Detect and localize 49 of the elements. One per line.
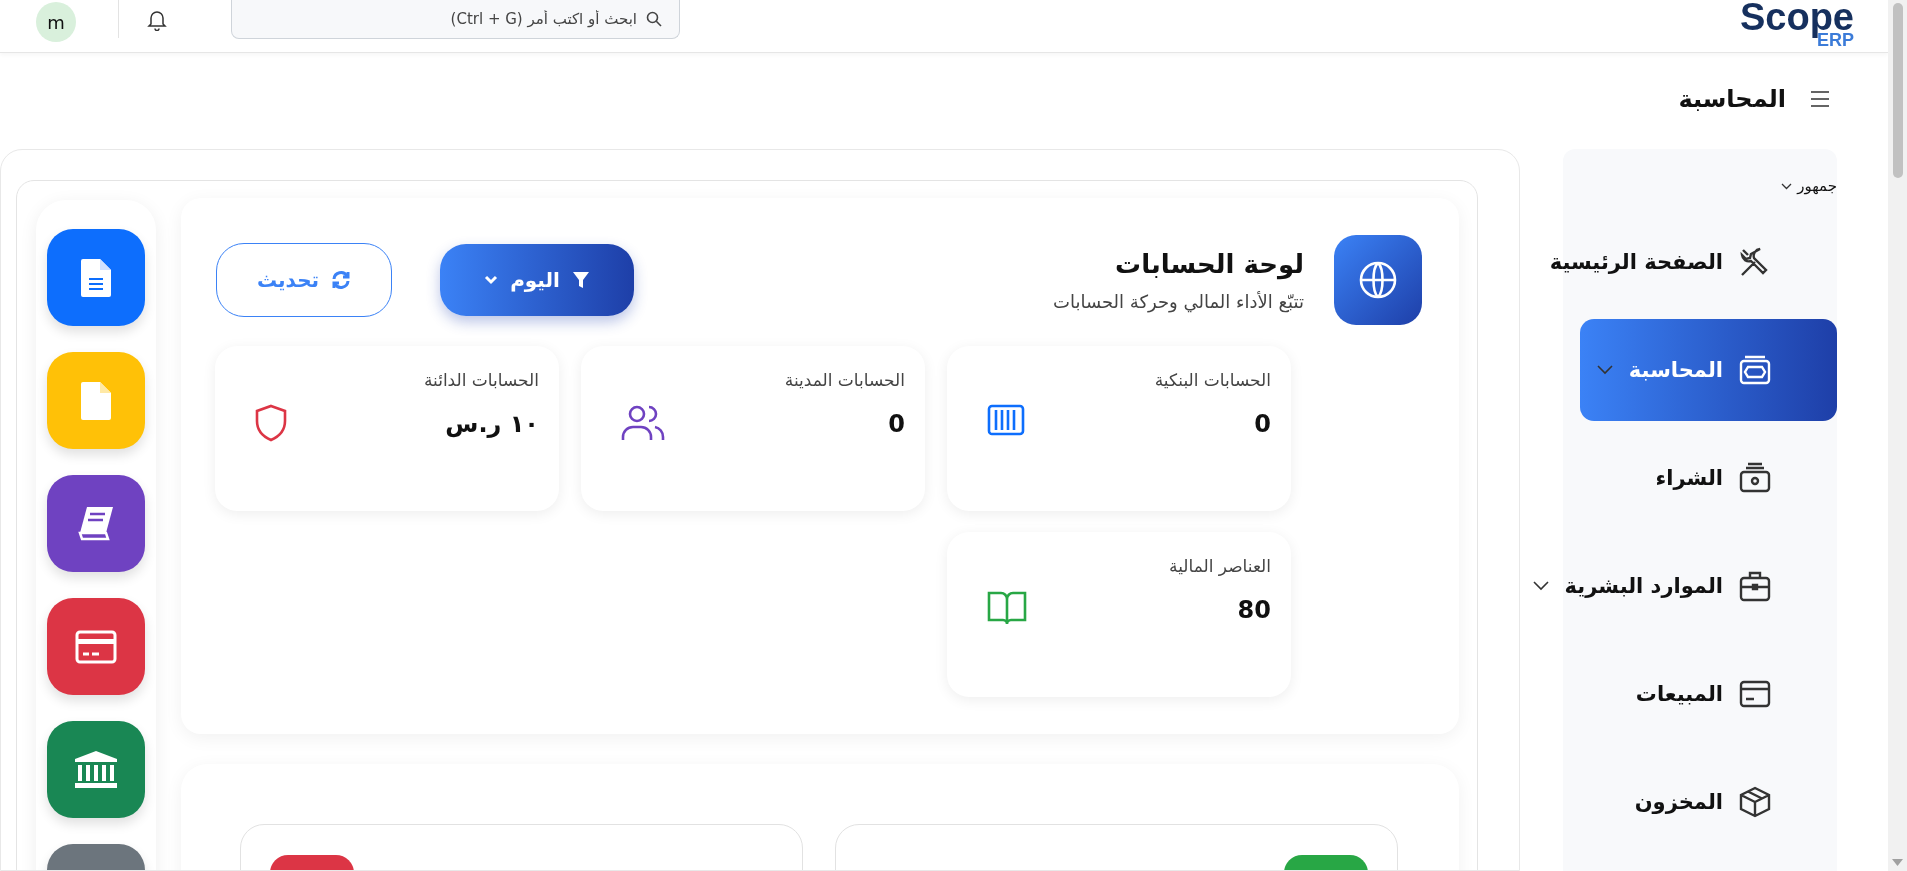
briefcase-icon	[1739, 570, 1771, 602]
refresh-icon	[331, 270, 352, 290]
stat-value: ١٠ ر.س	[444, 410, 539, 438]
stat-label: الحسابات الدائنة	[423, 370, 539, 390]
shortcut-button[interactable]	[47, 721, 145, 818]
dashboard-subtitle: تتبّع الأداء المالي وحركة الحسابات	[1053, 290, 1304, 312]
user-avatar[interactable]: m	[36, 2, 76, 42]
workspace-selector[interactable]: جمهور	[1781, 174, 1837, 198]
stat-label: الحسابات البنكية	[1154, 370, 1271, 390]
book-icon	[77, 506, 115, 541]
shortcut-button[interactable]	[47, 598, 145, 695]
page-title: المحاسبة	[1678, 85, 1786, 113]
filter-button[interactable]: اليوم	[440, 244, 634, 316]
logo[interactable]: Scope ERP	[1726, 0, 1854, 53]
purchase-icon	[1739, 462, 1771, 494]
bell-icon[interactable]	[147, 9, 167, 31]
wallet-icon	[1739, 354, 1771, 386]
chevron-down-icon	[484, 275, 499, 285]
scrollbar[interactable]	[1888, 0, 1907, 871]
stat-value: 0	[887, 410, 905, 438]
sidebar-item[interactable]: المبيعات	[1635, 643, 1837, 745]
refresh-button[interactable]: تحديث	[216, 243, 392, 317]
dashboard-title: لوحة الحسابات	[1114, 248, 1304, 279]
sidebar-item[interactable]: المخزون	[1634, 751, 1837, 853]
globe-icon	[1358, 260, 1398, 300]
bank-icon	[74, 750, 118, 789]
sidebar-item[interactable]: الموارد البشرية	[1532, 535, 1837, 637]
stat-label: العناصر المالية	[1169, 556, 1271, 576]
credit-card-icon	[75, 629, 117, 664]
search-icon	[646, 11, 662, 27]
stat-label: الحسابات المدينة	[784, 370, 905, 390]
sidebar-item[interactable]: الصفحة الرئيسية	[1549, 211, 1837, 313]
document-icon	[81, 381, 111, 420]
filter-icon	[571, 271, 590, 289]
menu-icon[interactable]	[1810, 90, 1830, 108]
chevron-down-icon	[1596, 365, 1613, 375]
card-icon	[1739, 680, 1771, 708]
document-icon	[81, 258, 111, 297]
scroll-down-arrow-icon[interactable]	[1892, 859, 1903, 867]
box-icon	[1739, 786, 1771, 818]
chevron-down-icon	[1781, 182, 1793, 190]
stat-value: 0	[1253, 410, 1271, 438]
shortcut-button[interactable]	[47, 475, 145, 572]
shortcut-button[interactable]	[47, 229, 145, 326]
sidebar-item[interactable]: الشراء	[1655, 427, 1837, 529]
scroll-thumb[interactable]	[1892, 3, 1903, 178]
stat-value: 80	[1236, 596, 1271, 624]
chevron-down-icon	[1532, 581, 1549, 591]
sidebar-item[interactable]: المحاسبة	[1580, 319, 1837, 421]
